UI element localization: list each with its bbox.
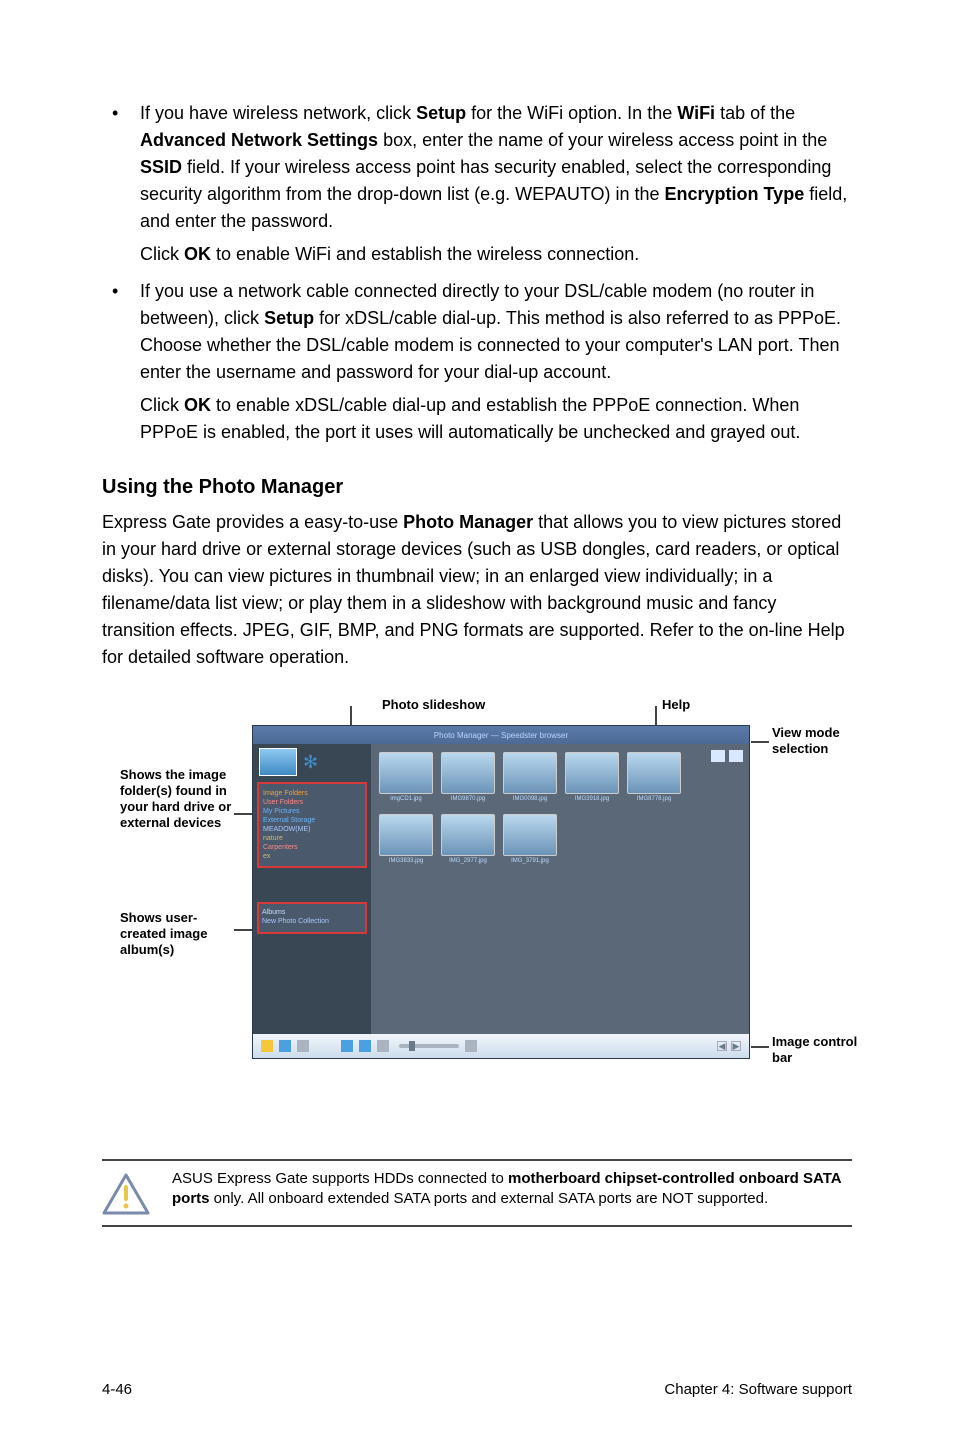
snowflake-icon: ✻	[303, 752, 319, 772]
warning-text: ASUS Express Gate supports HDDs connecte…	[172, 1169, 852, 1209]
page-number: 4-46	[102, 1381, 132, 1398]
sidebar-item[interactable]: Image Folders	[263, 790, 361, 797]
bullet-2-sub: Click OK to enable xDSL/cable dial-up an…	[140, 392, 852, 446]
label-photo-slideshow: Photo slideshow	[382, 697, 485, 713]
bullet-1-sub: Click OK to enable WiFi and establish th…	[140, 241, 852, 268]
sidebar-albums-box: Albums New Photo Collection	[257, 902, 367, 934]
next-button[interactable]: ▶	[731, 1041, 741, 1051]
thumbnail[interactable]: IMG9870.jpg	[441, 752, 495, 802]
page-footer: 4-46 Chapter 4: Software support	[102, 1381, 852, 1398]
bullet-dot: •	[102, 278, 140, 446]
section-heading: Using the Photo Manager	[102, 476, 852, 499]
thumbnail[interactable]: IMG3833.jpg	[379, 814, 433, 864]
sidebar-item[interactable]: User Folders	[263, 799, 361, 806]
bullet-1-text: If you have wireless network, click Setu…	[140, 100, 852, 235]
thumbnail[interactable]: IMG8778.jpg	[627, 752, 681, 802]
label-help: Help	[662, 697, 690, 713]
sidebar-item[interactable]: MEADOW(ME)	[263, 826, 361, 833]
prev-button[interactable]: ◀	[717, 1041, 727, 1051]
callout-line	[751, 1046, 769, 1048]
bullet-dot: •	[102, 100, 140, 268]
sidebar: Image Folders User Folders My Pictures E…	[253, 744, 371, 1034]
callout-line	[350, 706, 352, 725]
label-view-mode: View mode selection	[772, 725, 857, 757]
rotate-left-icon[interactable]	[341, 1040, 353, 1052]
zoom-slider[interactable]	[399, 1044, 459, 1048]
photo-manager-diagram: Photo slideshow Help View mode selection…	[102, 689, 852, 1129]
sidebar-folders-box: Image Folders User Folders My Pictures E…	[257, 782, 367, 868]
view-list-icon[interactable]	[729, 750, 743, 762]
zoom-out-icon[interactable]	[377, 1040, 389, 1052]
section-body: Express Gate provides a easy-to-use Phot…	[102, 509, 852, 671]
view-mode-toggles[interactable]	[711, 750, 743, 764]
thumbnail[interactable]: imgCD1.jpg	[379, 752, 433, 802]
sidebar-item[interactable]: My Pictures	[263, 808, 361, 815]
callout-line	[655, 706, 657, 725]
tool-icon[interactable]	[297, 1040, 309, 1052]
thumbnail[interactable]: IMG_2977.jpg	[441, 814, 495, 864]
thumbnail-area: imgCD1.jpg IMG9870.jpg IMG0098.jpg IMG39…	[371, 744, 749, 1034]
chapter-label: Chapter 4: Software support	[664, 1381, 852, 1398]
sidebar-item[interactable]: Carpenters	[263, 844, 361, 851]
sidebar-album-head[interactable]: Albums	[262, 909, 362, 916]
thumbnail[interactable]: IMG0098.jpg	[503, 752, 557, 802]
sidebar-album-item[interactable]: New Photo Collection	[262, 918, 362, 925]
warning-icon	[102, 1173, 150, 1217]
view-thumb-icon[interactable]	[711, 750, 725, 762]
thumbnail[interactable]: IMG3918.jpg	[565, 752, 619, 802]
callout-line	[751, 741, 769, 743]
zoom-in-icon[interactable]	[465, 1040, 477, 1052]
label-shows-folders: Shows the image folder(s) found in your …	[120, 767, 232, 831]
photo-manager-window: Photo Manager — Speedster browser ✻ Imag…	[252, 725, 750, 1059]
sidebar-item[interactable]: External Storage	[263, 817, 361, 824]
tool-icon[interactable]	[279, 1040, 291, 1052]
rotate-right-icon[interactable]	[359, 1040, 371, 1052]
label-shows-albums: Shows user-created image album(s)	[120, 910, 232, 958]
label-image-control: Image control bar	[772, 1034, 867, 1066]
app-logo-thumb	[259, 748, 297, 776]
sidebar-item[interactable]: nature	[263, 835, 361, 842]
sidebar-item[interactable]: ex	[263, 853, 361, 860]
bullet-2-text: If you use a network cable connected dir…	[140, 278, 852, 386]
warning-box: ASUS Express Gate supports HDDs connecte…	[102, 1159, 852, 1227]
tool-icon[interactable]	[261, 1040, 273, 1052]
app-title: Photo Manager — Speedster browser	[253, 726, 749, 744]
thumbnail[interactable]: IMG_3791.jpg	[503, 814, 557, 864]
image-control-bar: ◀ ▶	[253, 1034, 749, 1058]
